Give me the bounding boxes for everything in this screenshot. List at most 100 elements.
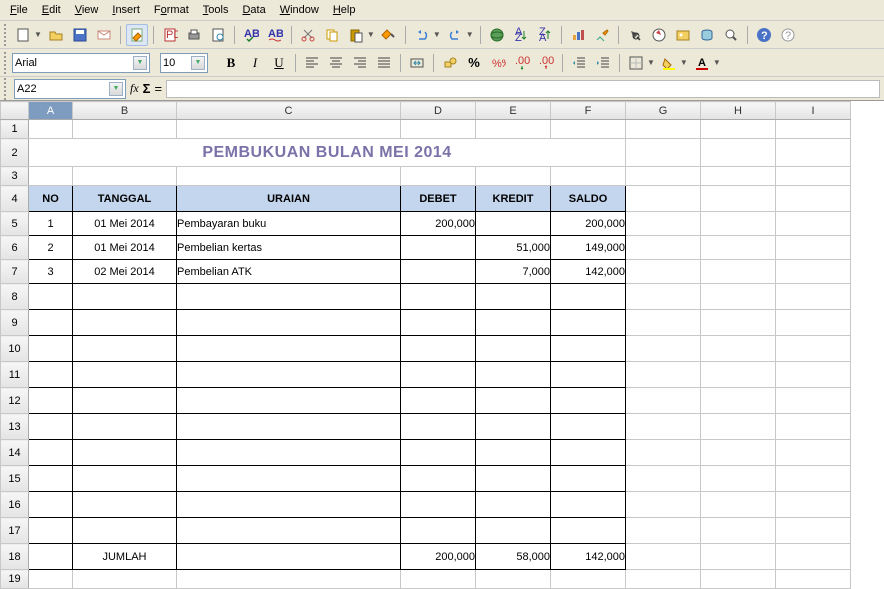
function-wizard-button[interactable]: fx <box>130 81 139 96</box>
row-header[interactable]: 10 <box>1 336 29 362</box>
empty-cell[interactable] <box>476 414 551 440</box>
copy-button[interactable] <box>321 24 343 46</box>
cell-kredit[interactable]: 51,000 <box>476 236 551 260</box>
cell-desc[interactable]: Pembelian ATK <box>177 260 401 284</box>
fontcolor-button[interactable]: A <box>691 52 713 74</box>
col-header[interactable]: I <box>776 102 851 120</box>
cell-date[interactable]: 02 Mei 2014 <box>73 260 177 284</box>
empty-cell[interactable] <box>401 284 476 310</box>
decrease-indent-button[interactable] <box>568 52 590 74</box>
whats-this-button[interactable]: ? <box>777 24 799 46</box>
add-decimal-button[interactable]: .000 <box>511 52 533 74</box>
empty-cell[interactable] <box>551 466 626 492</box>
redo-button[interactable] <box>444 24 466 46</box>
menu-file[interactable]: File <box>4 2 34 18</box>
menu-window[interactable]: Window <box>274 2 325 18</box>
cell-kredit[interactable] <box>476 212 551 236</box>
navigator-button[interactable] <box>648 24 670 46</box>
row-header[interactable]: 16 <box>1 492 29 518</box>
empty-cell[interactable] <box>551 492 626 518</box>
cell-no[interactable]: 3 <box>29 260 73 284</box>
empty-cell[interactable] <box>29 310 73 336</box>
row-header[interactable]: 14 <box>1 440 29 466</box>
empty-cell[interactable] <box>476 518 551 544</box>
row-header[interactable]: 1 <box>1 120 29 139</box>
print-preview-button[interactable] <box>207 24 229 46</box>
empty-cell[interactable] <box>476 466 551 492</box>
empty-cell[interactable] <box>29 518 73 544</box>
empty-cell[interactable] <box>29 466 73 492</box>
formula-input[interactable] <box>166 80 880 98</box>
empty-cell[interactable] <box>401 492 476 518</box>
borders-dropdown[interactable]: ▼ <box>647 58 655 67</box>
menu-insert[interactable]: Insert <box>106 2 146 18</box>
row-header[interactable]: 6 <box>1 236 29 260</box>
menu-data[interactable]: Data <box>236 2 271 18</box>
cell-no[interactable]: 2 <box>29 236 73 260</box>
cell-desc[interactable]: Pembayaran buku <box>177 212 401 236</box>
empty-cell[interactable] <box>29 388 73 414</box>
cell-date[interactable]: 01 Mei 2014 <box>73 236 177 260</box>
empty-cell[interactable] <box>476 310 551 336</box>
empty-cell[interactable] <box>73 310 177 336</box>
empty-cell[interactable] <box>73 362 177 388</box>
cell-debet[interactable] <box>401 236 476 260</box>
empty-cell[interactable] <box>73 466 177 492</box>
cut-button[interactable] <box>297 24 319 46</box>
cell-debet[interactable]: 200,000 <box>401 212 476 236</box>
empty-cell[interactable] <box>73 492 177 518</box>
row-header[interactable]: 13 <box>1 414 29 440</box>
empty-cell[interactable] <box>401 414 476 440</box>
email-button[interactable] <box>93 24 115 46</box>
increase-indent-button[interactable] <box>592 52 614 74</box>
empty-cell[interactable] <box>401 388 476 414</box>
empty-cell[interactable] <box>177 336 401 362</box>
row-header[interactable]: 17 <box>1 518 29 544</box>
empty-cell[interactable] <box>551 284 626 310</box>
empty-cell[interactable] <box>401 336 476 362</box>
empty-cell[interactable] <box>73 388 177 414</box>
empty-cell[interactable] <box>551 518 626 544</box>
undo-dropdown[interactable]: ▼ <box>433 30 441 39</box>
empty-cell[interactable] <box>551 388 626 414</box>
empty-cell[interactable] <box>551 310 626 336</box>
empty-cell[interactable] <box>476 440 551 466</box>
col-header[interactable]: H <box>701 102 776 120</box>
empty-cell[interactable] <box>29 414 73 440</box>
open-button[interactable] <box>45 24 67 46</box>
row-header[interactable]: 15 <box>1 466 29 492</box>
cell-date[interactable]: 01 Mei 2014 <box>73 212 177 236</box>
export-pdf-button[interactable]: PDF <box>159 24 181 46</box>
col-header[interactable]: A <box>29 102 73 120</box>
undo-button[interactable] <box>411 24 433 46</box>
col-header[interactable]: G <box>626 102 701 120</box>
show-draw-button[interactable] <box>591 24 613 46</box>
empty-cell[interactable] <box>177 518 401 544</box>
empty-cell[interactable] <box>29 492 73 518</box>
empty-cell[interactable] <box>551 414 626 440</box>
row-header[interactable]: 18 <box>1 544 29 570</box>
spreadsheet-grid[interactable]: ABCDEFGHI12PEMBUKUAN BULAN MEI 201434NOT… <box>0 101 884 589</box>
totals-saldo[interactable]: 142,000 <box>551 544 626 570</box>
empty-cell[interactable] <box>177 466 401 492</box>
table-header[interactable]: NO <box>29 186 73 212</box>
empty-cell[interactable] <box>401 518 476 544</box>
col-header[interactable]: D <box>401 102 476 120</box>
empty-cell[interactable] <box>73 336 177 362</box>
empty-cell[interactable] <box>177 284 401 310</box>
empty-cell[interactable] <box>73 518 177 544</box>
insert-chart-button[interactable] <box>567 24 589 46</box>
empty-cell[interactable] <box>476 388 551 414</box>
col-header[interactable]: F <box>551 102 626 120</box>
empty-cell[interactable] <box>73 284 177 310</box>
bgcolor-button[interactable] <box>658 52 680 74</box>
new-doc-dropdown[interactable]: ▼ <box>34 30 42 39</box>
align-right-button[interactable] <box>349 52 371 74</box>
cell-saldo[interactable]: 149,000 <box>551 236 626 260</box>
empty-cell[interactable] <box>401 310 476 336</box>
empty-cell[interactable] <box>401 466 476 492</box>
auto-spellcheck-button[interactable]: ABC <box>264 24 286 46</box>
empty-cell[interactable] <box>29 336 73 362</box>
borders-button[interactable] <box>625 52 647 74</box>
function-equals-button[interactable]: = <box>154 81 162 96</box>
